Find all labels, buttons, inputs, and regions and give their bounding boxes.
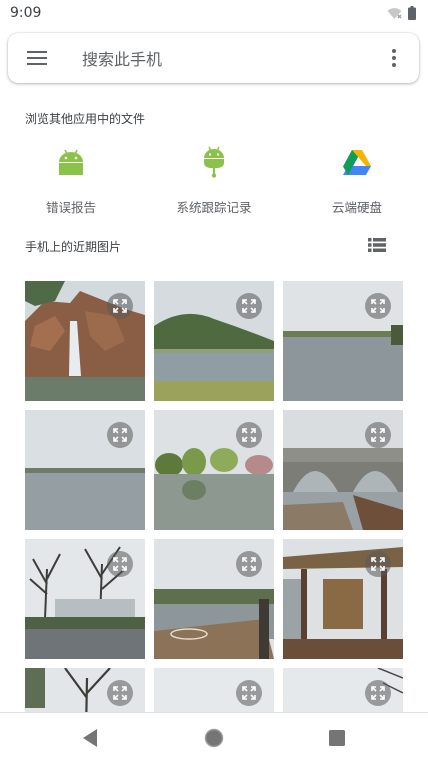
expand-icon bbox=[113, 686, 127, 700]
app-label-bug-report: 错误报告 bbox=[45, 200, 96, 215]
expand-photo-button[interactable] bbox=[107, 422, 133, 448]
photo-thumbnail[interactable] bbox=[283, 539, 403, 659]
recent-images-heading: 手机上的近期图片 bbox=[25, 240, 122, 254]
android-icon bbox=[59, 149, 83, 175]
photo-thumbnail[interactable] bbox=[154, 539, 274, 659]
expand-icon bbox=[242, 299, 256, 313]
expand-icon bbox=[371, 557, 385, 571]
status-icons bbox=[387, 6, 416, 20]
expand-icon bbox=[242, 686, 256, 700]
search-bar[interactable]: 搜索此手机 bbox=[8, 33, 419, 83]
expand-photo-button[interactable] bbox=[107, 551, 133, 577]
navigation-bar bbox=[0, 712, 428, 762]
app-label-google-drive: 云端硬盘 bbox=[331, 200, 382, 215]
expand-photo-button[interactable] bbox=[107, 293, 133, 319]
expand-photo-button[interactable] bbox=[107, 680, 133, 706]
app-item-system-trace[interactable]: 系统跟踪记录 bbox=[144, 140, 284, 216]
photo-thumbnail[interactable] bbox=[283, 668, 403, 712]
more-options-button[interactable] bbox=[369, 33, 419, 83]
browse-apps-heading: 浏览其他应用中的文件 bbox=[25, 112, 146, 126]
app-item-google-drive[interactable]: 云端硬盘 bbox=[287, 140, 427, 216]
photo-thumbnail[interactable] bbox=[154, 410, 274, 530]
home-icon bbox=[204, 728, 224, 748]
expand-icon bbox=[113, 299, 127, 313]
home-button[interactable] bbox=[190, 713, 238, 762]
expand-photo-button[interactable] bbox=[236, 293, 262, 319]
app-item-bug-report[interactable]: 错误报告 bbox=[1, 140, 141, 216]
menu-button[interactable] bbox=[8, 33, 66, 83]
expand-photo-button[interactable] bbox=[365, 680, 391, 706]
photo-thumbnail[interactable] bbox=[25, 281, 145, 401]
expand-icon bbox=[371, 428, 385, 442]
search-input[interactable]: 搜索此手机 bbox=[66, 46, 369, 70]
expand-photo-button[interactable] bbox=[365, 551, 391, 577]
app-label-system-trace: 系统跟踪记录 bbox=[176, 200, 252, 215]
photo-thumbnail[interactable] bbox=[283, 281, 403, 401]
photo-thumbnail[interactable] bbox=[154, 668, 274, 712]
recents-icon bbox=[329, 730, 345, 746]
photo-thumbnail[interactable] bbox=[283, 410, 403, 530]
expand-icon bbox=[371, 686, 385, 700]
expand-icon bbox=[242, 557, 256, 571]
photo-thumbnail[interactable] bbox=[25, 668, 145, 712]
expand-icon bbox=[113, 428, 127, 442]
hamburger-menu-icon bbox=[27, 51, 47, 65]
expand-photo-button[interactable] bbox=[236, 680, 262, 706]
google-drive-icon bbox=[343, 149, 371, 175]
expand-photo-button[interactable] bbox=[236, 551, 262, 577]
more-vert-icon bbox=[392, 49, 396, 67]
wifi-off-icon bbox=[387, 7, 402, 19]
photo-thumbnail[interactable] bbox=[154, 281, 274, 401]
expand-photo-button[interactable] bbox=[365, 293, 391, 319]
list-view-toggle-button[interactable] bbox=[362, 232, 392, 258]
expand-icon bbox=[113, 557, 127, 571]
battery-icon bbox=[408, 6, 416, 20]
expand-icon bbox=[242, 428, 256, 442]
list-view-icon bbox=[368, 238, 386, 252]
recents-button[interactable] bbox=[313, 713, 361, 762]
recent-images-grid bbox=[25, 281, 403, 712]
status-bar: 9:09 bbox=[0, 0, 428, 26]
photo-thumbnail[interactable] bbox=[25, 539, 145, 659]
status-time: 9:09 bbox=[10, 5, 42, 21]
back-button[interactable] bbox=[66, 713, 114, 762]
expand-icon bbox=[371, 299, 385, 313]
photo-thumbnail[interactable] bbox=[25, 410, 145, 530]
expand-photo-button[interactable] bbox=[365, 422, 391, 448]
expand-photo-button[interactable] bbox=[236, 422, 262, 448]
apps-row: 错误报告 系统跟踪记录 云端硬盘 bbox=[0, 140, 428, 220]
android-pin-icon bbox=[204, 146, 224, 178]
back-icon bbox=[83, 729, 97, 747]
